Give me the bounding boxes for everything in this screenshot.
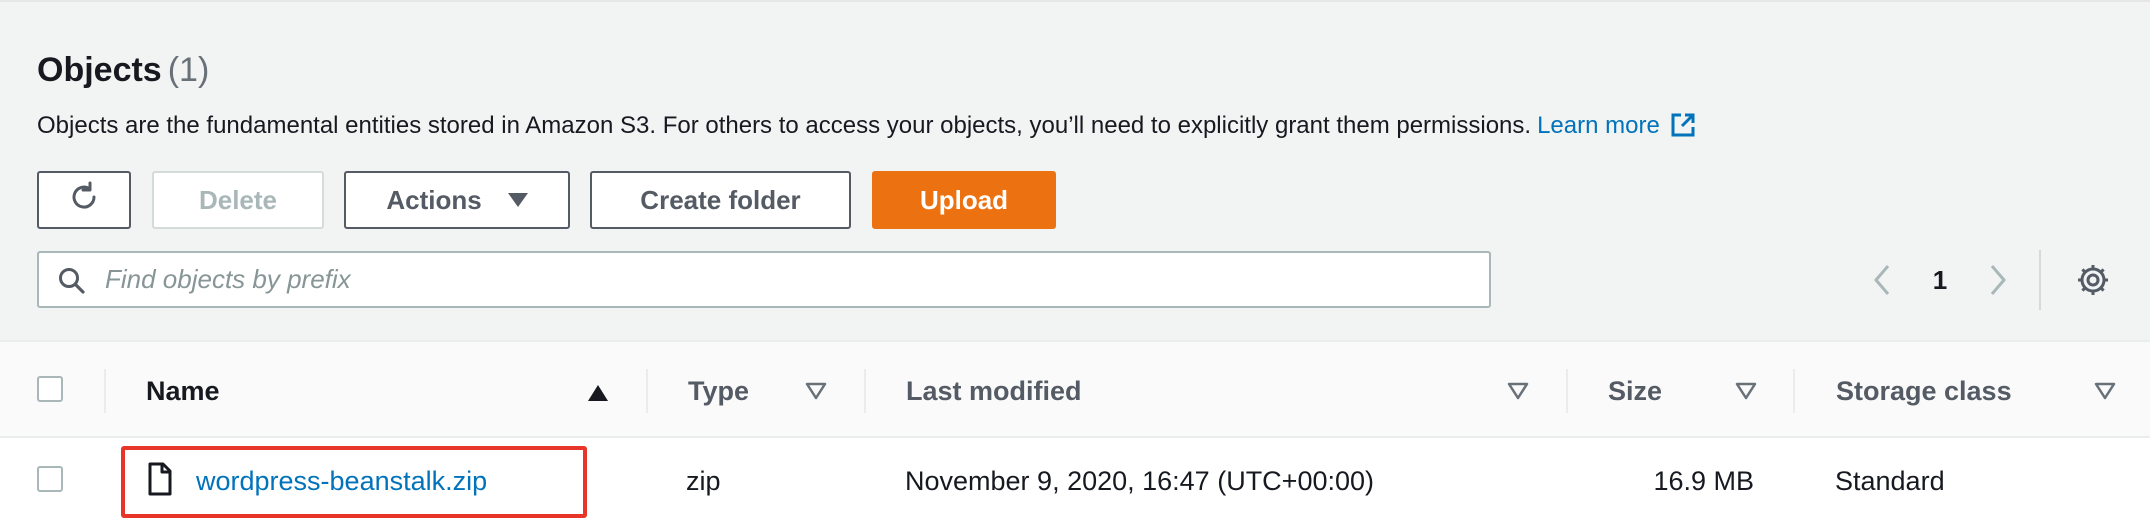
- external-link-icon[interactable]: [1670, 112, 1696, 146]
- column-divider: [1566, 369, 1568, 413]
- column-header-name[interactable]: Name: [146, 374, 220, 408]
- column-header-type[interactable]: Type: [688, 374, 749, 408]
- search-icon: [57, 266, 87, 301]
- object-type: zip: [686, 466, 721, 496]
- object-size: 16.9 MB: [1653, 466, 1754, 496]
- highlight-box: [121, 446, 587, 518]
- caret-down-icon: [507, 193, 528, 207]
- refresh-icon: [68, 181, 100, 220]
- row-checkbox[interactable]: [37, 466, 63, 492]
- sort-icon[interactable]: [1735, 382, 1757, 405]
- column-divider: [646, 369, 648, 413]
- column-divider: [104, 369, 106, 413]
- column-header-storage-class[interactable]: Storage class: [1836, 374, 2012, 408]
- actions-dropdown-button[interactable]: Actions: [344, 171, 570, 229]
- column-header-last-modified[interactable]: Last modified: [906, 374, 1082, 408]
- search-field[interactable]: [37, 251, 1491, 308]
- refresh-button[interactable]: [37, 171, 131, 229]
- create-folder-button[interactable]: Create folder: [590, 171, 851, 229]
- column-divider: [1793, 369, 1795, 413]
- object-storage-class: Standard: [1835, 466, 1945, 496]
- top-divider: [0, 0, 2150, 2]
- pager-divider: [2039, 250, 2041, 310]
- next-page-icon[interactable]: [1986, 262, 2010, 303]
- gear-icon[interactable]: [2075, 262, 2111, 303]
- delete-button[interactable]: Delete: [152, 171, 324, 229]
- upload-button[interactable]: Upload: [872, 171, 1056, 229]
- sort-ascending-icon[interactable]: [587, 384, 609, 407]
- table-header: Name Type Last modified Size Storage cla…: [0, 340, 2150, 438]
- search-input[interactable]: [105, 253, 1465, 306]
- column-header-size[interactable]: Size: [1608, 374, 1662, 408]
- objects-title: Objects: [37, 51, 162, 89]
- sort-icon[interactable]: [805, 382, 827, 405]
- object-last-modified: November 9, 2020, 16:47 (UTC+00:00): [905, 466, 1375, 496]
- objects-count: (1): [167, 51, 210, 89]
- column-divider: [864, 369, 866, 413]
- page-title: Objects (1): [37, 50, 209, 90]
- learn-more-link[interactable]: Learn more: [1537, 112, 1660, 139]
- objects-description: Objects are the fundamental entities sto…: [37, 111, 1696, 146]
- previous-page-icon[interactable]: [1870, 262, 1894, 303]
- actions-label: Actions: [386, 184, 482, 215]
- description-text: Objects are the fundamental entities sto…: [37, 112, 1532, 139]
- sort-icon[interactable]: [1507, 382, 1529, 405]
- select-all-checkbox[interactable]: [37, 376, 63, 402]
- sort-icon[interactable]: [2094, 382, 2116, 405]
- current-page-number[interactable]: 1: [1930, 264, 1950, 296]
